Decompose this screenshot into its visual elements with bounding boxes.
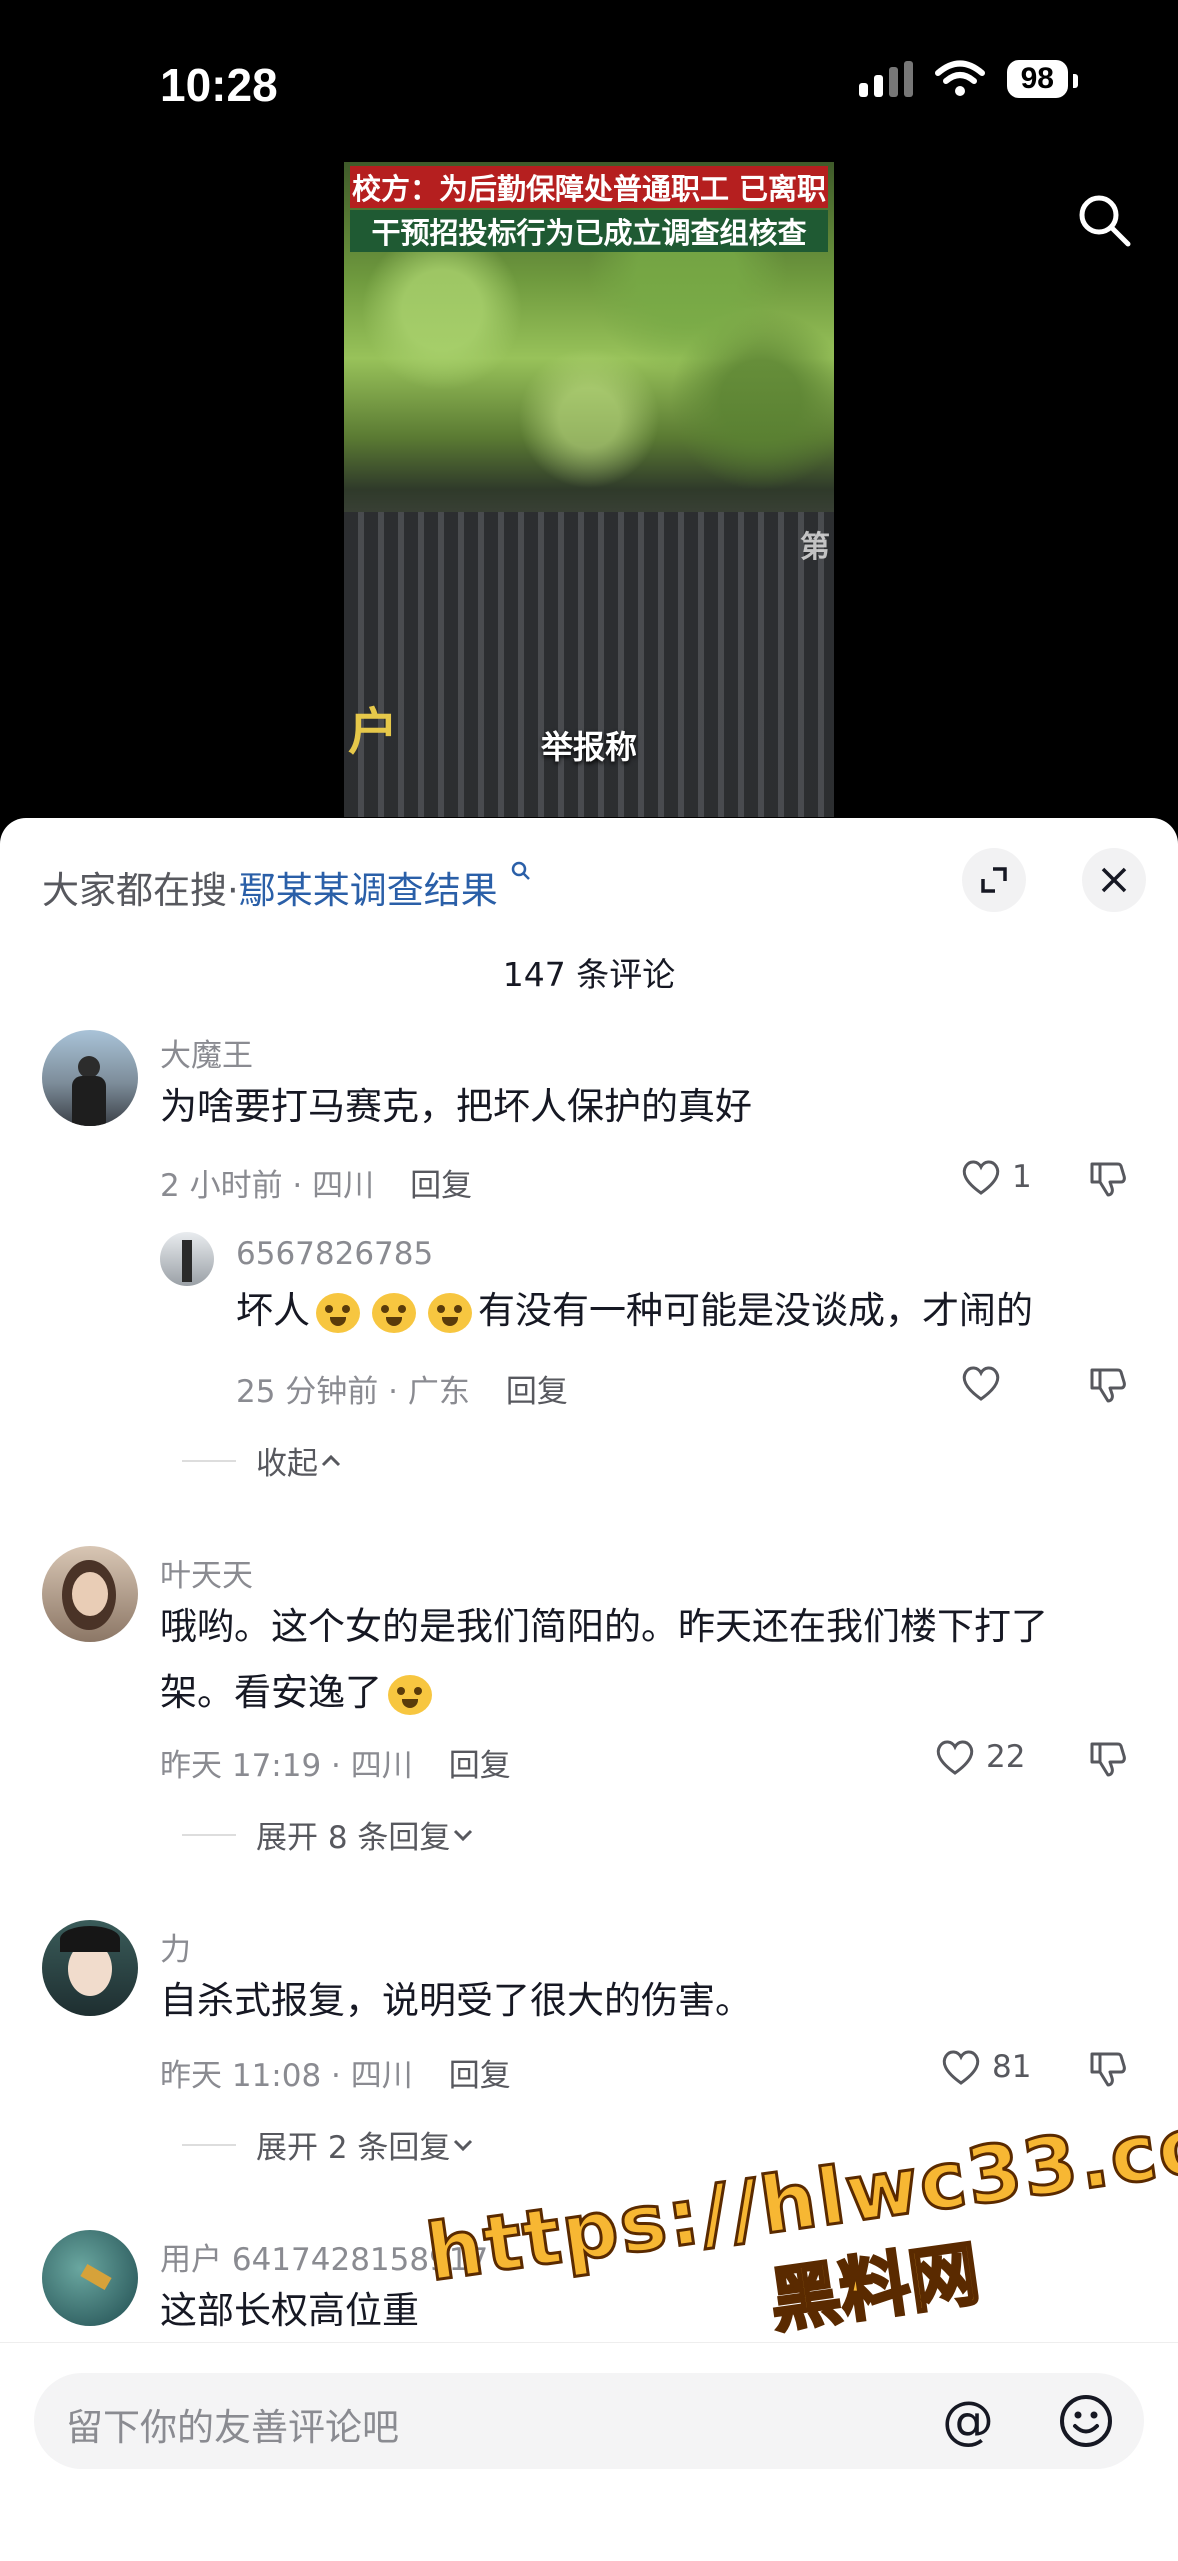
like-button[interactable]: 22 (934, 1738, 1025, 1776)
crying-emoji-icon (388, 1674, 432, 1715)
like-button[interactable]: 81 (940, 2048, 1031, 2086)
avatar[interactable] (42, 1030, 138, 1126)
reply-username[interactable]: 6567826785 (236, 1236, 433, 1272)
heart-icon (936, 1740, 974, 1775)
comment-username[interactable]: 力 (160, 1924, 191, 1969)
hot-search-keyword[interactable]: 鄢某某调查结果 (239, 869, 498, 912)
thumbs-down-icon[interactable] (1088, 1364, 1128, 1404)
comment-meta: 昨天 11:08 · 四川 回复 (160, 2050, 511, 2095)
comment-text[interactable]: 哦哟。这个女的是我们简阳的。昨天还在我们楼下打了 架。看安逸了 (160, 1594, 1048, 1726)
search-small-icon (511, 861, 530, 880)
comment-text[interactable]: 这部长权高位重 (160, 2278, 419, 2344)
close-button[interactable] (1082, 848, 1146, 912)
avatar[interactable] (42, 2230, 138, 2326)
heart-icon (962, 1160, 1000, 1195)
video-fence (344, 512, 834, 817)
comment-input-placeholder: 留下你的友善评论吧 (66, 2406, 399, 2449)
comment-text-line: 哦哟。这个女的是我们简阳的。昨天还在我们楼下打了 (160, 1605, 1048, 1648)
thumbs-down-icon[interactable] (1088, 2048, 1128, 2088)
status-time: 10:28 (160, 59, 278, 111)
like-button[interactable]: 1 (960, 1158, 1032, 1196)
crying-laughing-emoji-icon (428, 1292, 472, 1333)
comment-meta: 25 分钟前 · 广东 回复 (236, 1366, 568, 1411)
heart-icon[interactable] (960, 1364, 1002, 1402)
collapse-label: 收起 (256, 1446, 318, 1482)
chevron-up-icon (321, 1454, 341, 1466)
comment-time-location: 25 分钟前 · 广东 (236, 1374, 470, 1410)
comment-time-location: 2 小时前 · 四川 (160, 1168, 375, 1204)
comment-username[interactable]: 大魔王 (160, 1030, 253, 1075)
battery-indicator: 98 (1006, 60, 1079, 98)
comment-time-location: 昨天 17:19 · 四川 (160, 1748, 413, 1784)
chevron-down-icon (454, 2139, 473, 2151)
reply-button[interactable]: 回复 (506, 1374, 568, 1410)
like-count: 1 (1012, 1159, 1032, 1195)
search-icon[interactable] (1074, 190, 1134, 250)
emoji-icon[interactable] (1058, 2393, 1114, 2449)
comment-input-bar: 留下你的友善评论吧 @ (0, 2342, 1178, 2561)
video-caption: 举报称 (540, 728, 637, 766)
expand-icon (981, 867, 1007, 893)
thumbs-down-icon[interactable] (1088, 1158, 1128, 1198)
comment-text-part: 架。看安逸了 (160, 1671, 382, 1714)
collapse-replies-button[interactable]: 收起 (182, 1438, 344, 1483)
avatar[interactable] (42, 1920, 138, 2016)
avatar[interactable] (42, 1546, 138, 1642)
comment-time-location: 昨天 11:08 · 四川 (160, 2058, 413, 2094)
comment-username[interactable]: 叶天天 (160, 1550, 253, 1595)
like-count: 22 (986, 1739, 1026, 1775)
crying-laughing-emoji-icon (372, 1292, 416, 1333)
video-headline-2: 干预招投标行为已成立调查组核查 (350, 210, 828, 252)
comment-text[interactable]: 自杀式报复，说明受了很大的伤害。 (160, 1968, 752, 2034)
avatar[interactable] (160, 1232, 214, 1286)
heart-icon (942, 2050, 980, 2085)
hot-search-bar[interactable]: 大家都在搜·鄢某某调查结果 (42, 860, 532, 914)
comment-meta: 2 小时前 · 四川 回复 (160, 1160, 472, 1205)
expand-button[interactable] (962, 848, 1026, 912)
reply-text-part: 有没有一种可能是没谈成，才闹的 (478, 1289, 1033, 1332)
chevron-down-icon (454, 1829, 473, 1841)
expand-label: 展开 2 条回复 (256, 2130, 451, 2166)
video-player[interactable]: 校方：为后勤保障处普通职工 已离职 干预招投标行为已成立调查组核查 第 户 举报… (344, 162, 834, 817)
reply-text[interactable]: 坏人 有没有一种可能是没谈成，才闹的 (236, 1278, 1033, 1344)
at-icon[interactable]: @ (942, 2391, 994, 2451)
comment-meta: 昨天 17:19 · 四川 回复 (160, 1740, 511, 1785)
comment-count: 147 条评论 (502, 955, 676, 994)
video-headline-1: 校方：为后勤保障处普通职工 已离职 (350, 166, 828, 208)
video-channel-logo: 第 (800, 530, 830, 565)
reply-button[interactable]: 回复 (410, 1168, 472, 1204)
crying-laughing-emoji-icon (316, 1292, 360, 1333)
reply-button[interactable]: 回复 (449, 1748, 511, 1784)
expand-replies-button[interactable]: 展开 8 条回复 (182, 1812, 476, 1857)
reply-button[interactable]: 回复 (449, 2058, 511, 2094)
comment-text[interactable]: 为啥要打马赛克，把坏人保护的真好 (160, 1074, 752, 1140)
expand-replies-button[interactable]: 展开 2 条回复 (182, 2122, 476, 2167)
thumbs-down-icon[interactable] (1088, 1738, 1128, 1778)
status-indicators: 98 (858, 60, 1079, 98)
comment-input[interactable]: 留下你的友善评论吧 @ (34, 2373, 1144, 2469)
expand-label: 展开 8 条回复 (256, 1820, 451, 1856)
hot-search-prefix: 大家都在搜· (42, 869, 239, 912)
wifi-icon (934, 60, 985, 96)
comment-sheet: 大家都在搜·鄢某某调查结果 147 条评论 大魔王 为啥要打马赛克，把坏人保护的… (0, 818, 1178, 2561)
comment-text-line: 架。看安逸了 (160, 1660, 1048, 1726)
video-foliage (344, 202, 834, 562)
reply-text-part: 坏人 (236, 1289, 310, 1332)
close-icon (1101, 867, 1127, 893)
like-count: 81 (992, 2049, 1032, 2085)
signal-icon (858, 61, 913, 97)
